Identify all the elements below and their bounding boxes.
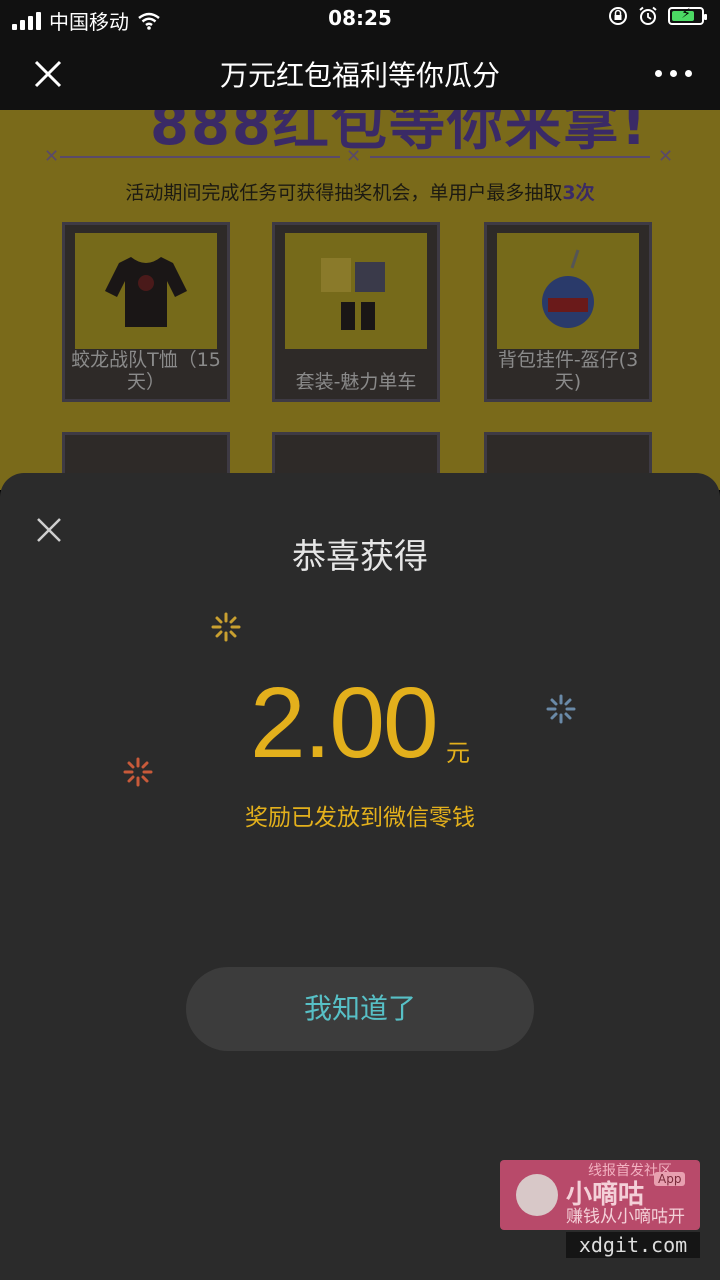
watermark-logo: 线报首发社区 小嘀咕 App 赚钱从小嘀咕开始	[500, 1160, 700, 1230]
reward-amount: 2.00	[250, 667, 439, 779]
page-title: 万元红包福利等你瓜分	[219, 59, 500, 92]
prize-card[interactable]: 套装-魅力单车	[272, 222, 440, 402]
charging-bolt-icon: ⚡	[681, 6, 691, 22]
status-right: ⚡	[608, 6, 707, 26]
sparkle-icon	[546, 694, 576, 724]
prize-label: 蛟龙战队T恤（15天）	[71, 349, 221, 393]
reward-modal: 恭喜获得 2.00 元 奖励已发放到微信零钱 我知道了	[0, 473, 720, 1280]
decorative-line	[370, 156, 650, 158]
outfit-icon	[285, 233, 427, 349]
nav-bar: 万元红包福利等你瓜分	[0, 36, 720, 110]
watermark-slogan: 赚钱从小嘀咕开始	[566, 1207, 685, 1227]
decorative-cross-icon: ✕	[346, 146, 362, 167]
activity-page-background: 888红包等你来拿! ✕ ✕ ✕ 活动期间完成任务可获得抽奖机会，单用户最多抽取…	[0, 110, 720, 490]
rule-text: 活动期间完成任务可获得抽奖机会，单用户最多抽取3次	[0, 178, 720, 205]
alarm-icon	[639, 6, 657, 25]
status-bar: 中国移动 08:25 ⚡	[0, 0, 720, 36]
watermark-app-badge: App	[654, 1172, 686, 1186]
reward-unit: 元	[446, 739, 470, 767]
more-icon[interactable]	[655, 58, 692, 88]
prize-card[interactable]: 背包挂件-盔仔(3天)	[484, 222, 652, 402]
prize-card[interactable]: 蛟龙战队T恤（15天）	[62, 222, 230, 402]
rule-text-highlight: 3次	[562, 182, 595, 204]
decorative-cross-icon: ✕	[658, 146, 674, 167]
decorative-cross-icon: ✕	[44, 146, 60, 167]
prize-label: 套装-魅力单车	[295, 371, 417, 393]
watermark-url: xdgit.com	[566, 1232, 700, 1258]
sparkle-icon	[211, 612, 241, 642]
mascot-icon	[516, 1174, 558, 1216]
banner-title: 888红包等你来拿!	[150, 110, 649, 158]
decorative-line	[60, 156, 340, 158]
modal-title: 恭喜获得	[292, 537, 428, 577]
rotation-lock-icon	[609, 7, 627, 25]
battery-icon: ⚡	[668, 6, 707, 25]
reward-description: 奖励已发放到微信零钱	[245, 805, 475, 831]
confirm-button[interactable]: 我知道了	[186, 967, 534, 1051]
prize-label: 背包挂件-盔仔(3天)	[497, 349, 639, 393]
sparkle-icon	[123, 757, 153, 787]
rule-text-prefix: 活动期间完成任务可获得抽奖机会，单用户最多抽取	[125, 182, 563, 204]
helmet-charm-icon	[497, 233, 639, 349]
tshirt-icon	[75, 233, 217, 349]
